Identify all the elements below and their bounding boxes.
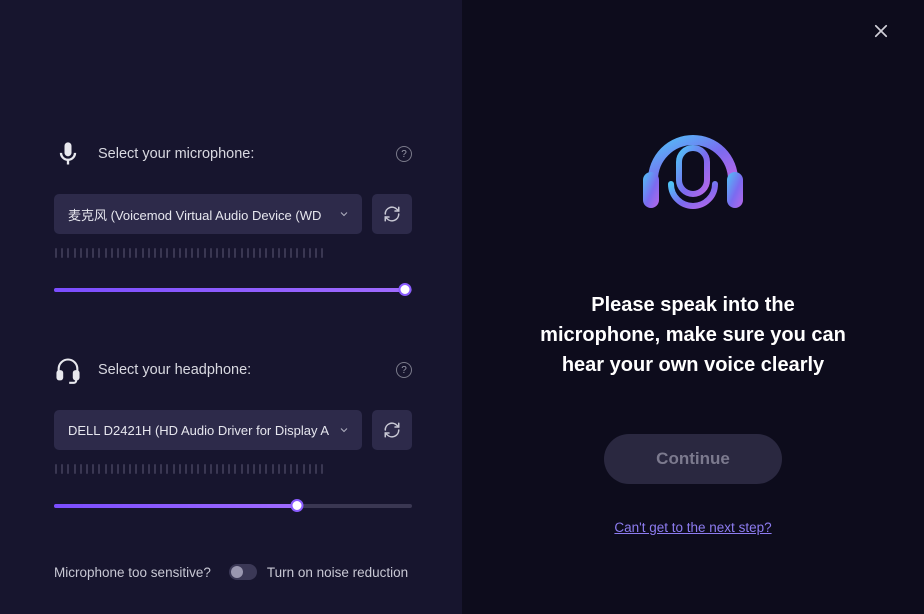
microphone-header: Select your microphone: ? bbox=[54, 140, 412, 168]
noise-action-label: Turn on noise reduction bbox=[267, 565, 408, 580]
noise-question-label: Microphone too sensitive? bbox=[54, 565, 211, 580]
headset-icon bbox=[54, 356, 82, 384]
continue-label: Continue bbox=[656, 449, 730, 469]
headphone-selected: DELL D2421H (HD Audio Driver for Display… bbox=[68, 423, 330, 438]
headphone-refresh-button[interactable] bbox=[372, 410, 412, 450]
microphone-level-meter bbox=[54, 248, 412, 260]
chevron-down-icon bbox=[338, 208, 350, 220]
headphone-level-meter bbox=[54, 464, 412, 476]
continue-button[interactable]: Continue bbox=[604, 434, 782, 484]
instruction-panel: Please speak into the microphone, make s… bbox=[462, 0, 924, 614]
microphone-selected: 麦克风 (Voicemod Virtual Audio Device (WD bbox=[68, 205, 330, 224]
noise-reduction-row: Microphone too sensitive? Turn on noise … bbox=[54, 564, 412, 580]
microphone-section: Select your microphone: ? 麦克风 (Voicemod … bbox=[54, 140, 412, 296]
headphone-help-icon[interactable]: ? bbox=[396, 362, 412, 378]
headset-mic-hero-icon bbox=[623, 110, 763, 250]
close-button[interactable] bbox=[872, 22, 896, 46]
microphone-label: Select your microphone: bbox=[98, 146, 396, 162]
microphone-help-icon[interactable]: ? bbox=[396, 146, 412, 162]
headphone-dropdown[interactable]: DELL D2421H (HD Audio Driver for Display… bbox=[54, 410, 362, 450]
help-link[interactable]: Can't get to the next step? bbox=[614, 520, 771, 535]
headphone-dropdown-row: DELL D2421H (HD Audio Driver for Display… bbox=[54, 410, 412, 450]
microphone-dropdown[interactable]: 麦克风 (Voicemod Virtual Audio Device (WD bbox=[54, 194, 362, 234]
microphone-refresh-button[interactable] bbox=[372, 194, 412, 234]
microphone-dropdown-row: 麦克风 (Voicemod Virtual Audio Device (WD bbox=[54, 194, 412, 234]
headphone-section: Select your headphone: ? DELL D2421H (HD… bbox=[54, 356, 412, 512]
headphone-label: Select your headphone: bbox=[98, 362, 396, 378]
noise-reduction-toggle[interactable] bbox=[229, 564, 257, 580]
microphone-icon bbox=[54, 140, 82, 168]
headphone-volume-slider[interactable] bbox=[54, 498, 412, 512]
microphone-volume-slider[interactable] bbox=[54, 282, 412, 296]
chevron-down-icon bbox=[338, 424, 350, 436]
instruction-text: Please speak into the microphone, make s… bbox=[462, 290, 924, 380]
headphone-header: Select your headphone: ? bbox=[54, 356, 412, 384]
settings-panel: Select your microphone: ? 麦克风 (Voicemod … bbox=[0, 0, 462, 614]
